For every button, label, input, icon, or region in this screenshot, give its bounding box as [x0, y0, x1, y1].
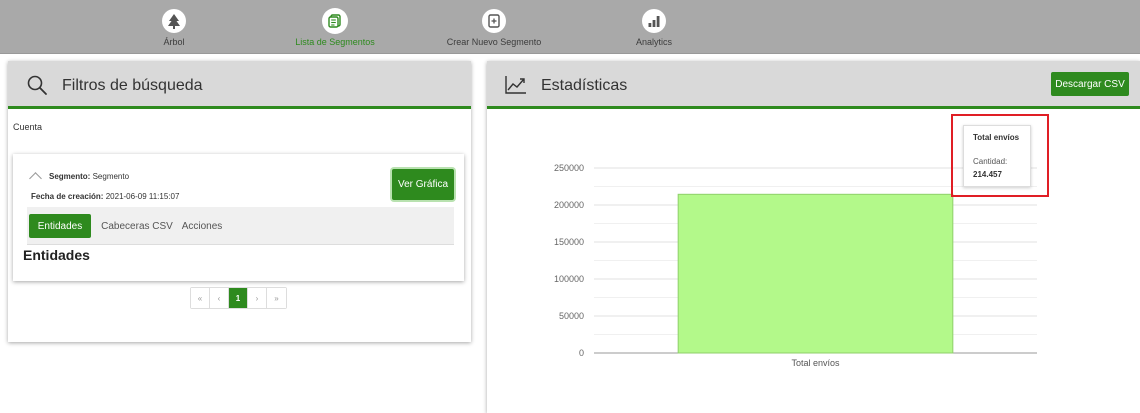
chevron-up-icon[interactable]	[29, 172, 42, 185]
nav-label: Árbol	[163, 37, 185, 47]
segment-name-row: Segmento: Segmento	[49, 172, 129, 181]
nav-item-crear-nuevo-segmento[interactable]: Crear Nuevo Segmento	[419, 9, 569, 47]
account-label: Cuenta	[13, 122, 43, 132]
entities-heading: Entidades	[23, 247, 90, 263]
nav-label: Crear Nuevo Segmento	[446, 37, 542, 47]
tab-acciones[interactable]: Acciones	[177, 214, 227, 238]
nav-item-arbol[interactable]: Árbol	[99, 9, 249, 47]
view-chart-button[interactable]: Ver Gráfica	[392, 169, 454, 200]
page-current-button[interactable]: 1	[229, 288, 248, 308]
trend-chart-icon	[505, 75, 527, 100]
top-nav: Árbol Lista de Segmentos Crear Nuevo Seg…	[0, 0, 1140, 54]
bar-chart-icon	[642, 9, 666, 33]
tab-cabeceras-csv[interactable]: Cabeceras CSV	[97, 214, 177, 238]
filters-panel-header: Filtros de búsqueda	[8, 61, 471, 109]
highlight-box	[951, 114, 1049, 197]
page-next-button[interactable]: ›	[248, 288, 267, 308]
tab-entidades[interactable]: Entidades	[29, 214, 91, 238]
segment-tabs: Entidades Cabeceras CSV Acciones	[27, 207, 454, 245]
list-icon	[323, 9, 347, 33]
tree-icon	[162, 9, 186, 33]
stats-panel-title: Estadísticas	[541, 77, 628, 94]
stats-panel-header: Estadísticas Descargar CSV	[487, 61, 1140, 109]
pagination: « ‹ 1 › »	[190, 287, 287, 309]
creation-date-row: Fecha de creación: 2021-06-09 11:15:07	[31, 192, 179, 201]
add-segment-icon	[482, 9, 506, 33]
nav-label: Analytics	[635, 37, 672, 47]
nav-item-lista-de-segmentos[interactable]: Lista de Segmentos	[260, 9, 410, 47]
creation-date-key: Fecha de creación:	[31, 192, 104, 201]
segment-value: Segmento	[92, 172, 130, 181]
segment-key: Segmento:	[49, 172, 91, 181]
page-first-button[interactable]: «	[191, 288, 210, 308]
filters-panel-title: Filtros de búsqueda	[62, 77, 203, 94]
search-icon	[26, 74, 48, 101]
page-prev-button[interactable]: ‹	[210, 288, 229, 308]
download-csv-button[interactable]: Descargar CSV	[1051, 72, 1129, 96]
nav-item-analytics[interactable]: Analytics	[579, 9, 729, 47]
creation-date-value: 2021-06-09 11:15:07	[105, 192, 180, 201]
segment-card: Segmento: Segmento Fecha de creación: 20…	[13, 154, 464, 281]
nav-label: Lista de Segmentos	[295, 37, 375, 47]
filters-panel: Filtros de búsqueda Cuenta Segmento: Seg…	[8, 61, 471, 342]
page-last-button[interactable]: »	[267, 288, 286, 308]
